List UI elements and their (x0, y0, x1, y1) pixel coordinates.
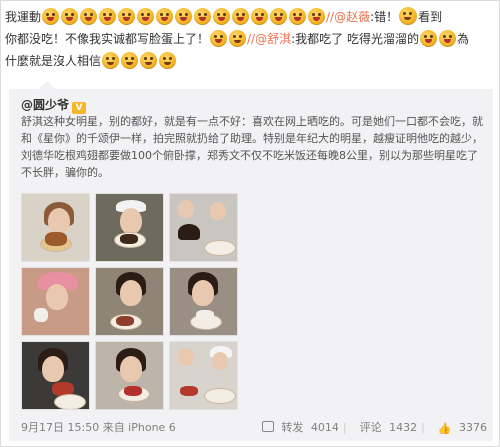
comment-button[interactable]: 评论 1432 (356, 421, 418, 434)
post-text-quote-1: :错！ (370, 10, 399, 24)
grin-emoji-icon (80, 8, 98, 25)
sweat-emoji-icon (229, 30, 247, 47)
photo-5[interactable] (95, 267, 164, 336)
photo-7[interactable] (21, 341, 90, 410)
thumbs-up-icon: 👍 (437, 422, 452, 435)
grin-emoji-icon (210, 30, 228, 47)
repost-icon (261, 421, 274, 432)
grin-emoji-icon (42, 8, 60, 25)
grin-emoji-icon (118, 8, 136, 25)
repost-actions: 转发 4014 | 评论 1432 | 👍 3376 (254, 420, 487, 436)
like-count: 3376 (459, 421, 487, 434)
weibo-post: 我運動 //@赵薇:错！ 看到 你都没吃！不像我实诚都写脸蛋上了！ //@舒淇:我都吃… (0, 0, 500, 447)
post-text-quote-2: :我都吃了 吃得光溜溜的 (291, 32, 419, 46)
grin-emoji-icon (308, 8, 326, 25)
like-button[interactable]: 👍 3376 (434, 421, 487, 434)
post-text-line3: 什麼就是沒人相信 (5, 54, 102, 68)
repost-count: 4014 (310, 421, 339, 434)
photo-3[interactable] (169, 193, 238, 262)
emoji-sequence (41, 8, 326, 25)
photo-8[interactable] (95, 341, 164, 410)
photo-1[interactable] (21, 193, 90, 262)
smile-emoji-icon (159, 52, 177, 69)
mention-link-zhaowei[interactable]: //@赵薇 (326, 10, 370, 24)
laugh-emoji-icon (399, 7, 418, 25)
comment-count: 1432 (389, 421, 418, 434)
post-timestamp[interactable]: 9月17日 15:50 来自 iPhone 6 (21, 420, 176, 436)
post-text: 我運動 //@赵薇:错！ 看到 你都没吃！不像我实诚都写脸蛋上了！ //@舒淇:我都吃… (5, 6, 493, 72)
comment-label: 评论 (359, 421, 382, 434)
post-text-prefix: 我運動 (5, 10, 42, 24)
grin-emoji-icon (419, 30, 437, 47)
repost-button[interactable]: 转发 4014 (258, 421, 339, 434)
photo-9[interactable] (169, 341, 238, 410)
reposted-weibo: @圆少爷 V 舒淇这种女明星，别的都好，就是有一点不好：喜欢在网上晒吃的。可是她们… (9, 81, 493, 441)
post-text-end-1: 看到 (418, 10, 443, 24)
repost-footer: 9月17日 15:50 来自 iPhone 6 转发 4014 | 评论 1432 |… (21, 420, 487, 436)
reposted-text: 舒淇这种女明星，别的都好，就是有一点不好：喜欢在网上晒吃的。可是她们一口都不会吃… (21, 115, 483, 179)
grin-emoji-icon (61, 8, 79, 25)
photo-6[interactable] (169, 267, 238, 336)
grin-emoji-icon (232, 8, 250, 25)
grin-emoji-icon (99, 8, 117, 25)
divider: | (421, 421, 425, 434)
repost-label: 转发 (281, 421, 304, 434)
post-text-end-2: 為 (456, 32, 469, 46)
divider: | (342, 421, 347, 434)
grin-emoji-icon (270, 8, 288, 25)
grin-emoji-icon (175, 8, 193, 25)
mention-link-shuqi[interactable]: //@舒淇 (247, 32, 291, 46)
grin-emoji-icon (213, 8, 231, 25)
grin-emoji-icon (251, 8, 269, 25)
grin-emoji-icon (194, 8, 212, 25)
grin-emoji-icon (156, 8, 174, 25)
smile-emoji-icon (102, 52, 120, 69)
post-text-line2: 你都没吃！不像我实诚都写脸蛋上了！ (5, 32, 210, 46)
reposted-author: @圆少爷 V (21, 96, 87, 114)
photo-4[interactable] (21, 267, 90, 336)
author-link[interactable]: @圆少爷 (21, 98, 69, 112)
grin-emoji-icon (438, 30, 456, 47)
grin-emoji-icon (137, 8, 155, 25)
smile-emoji-icon (121, 52, 139, 69)
smile-emoji-icon (140, 52, 158, 69)
photo-2[interactable] (95, 193, 164, 262)
grin-emoji-icon (289, 8, 307, 25)
